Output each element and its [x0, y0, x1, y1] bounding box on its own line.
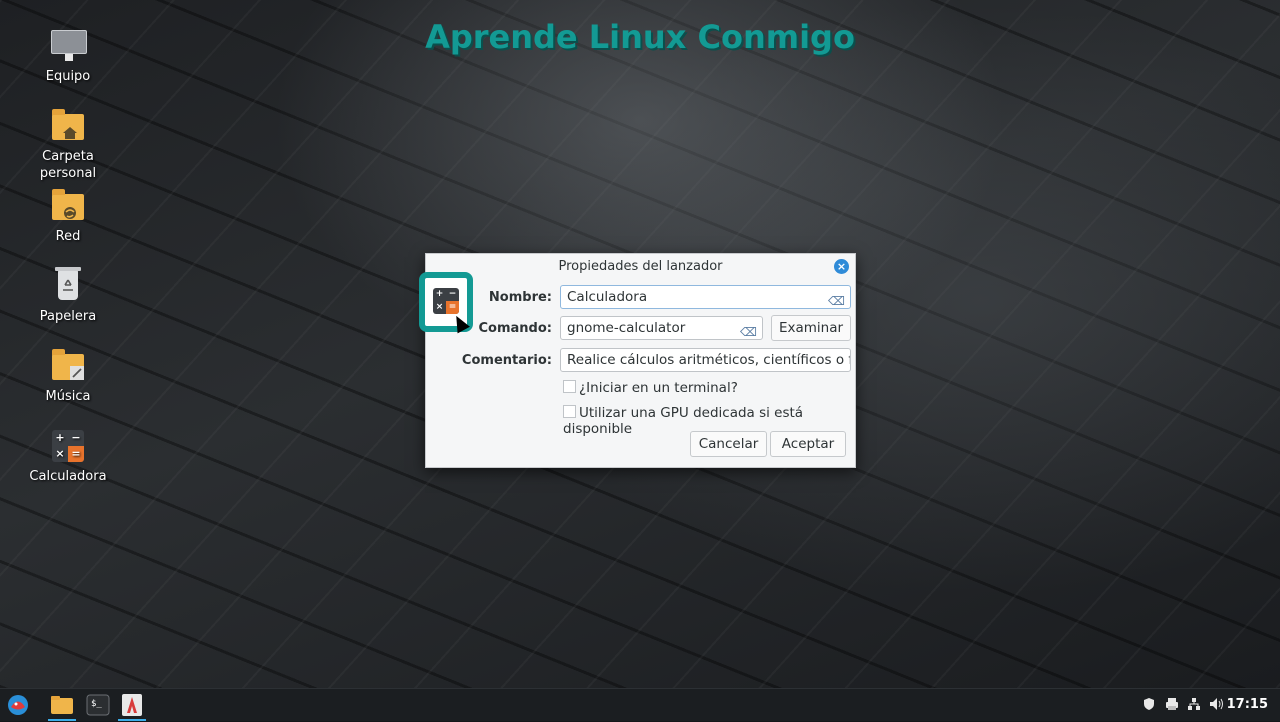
desktop-icon-label: Carpeta personal	[39, 149, 97, 181]
printer-icon[interactable]	[1165, 697, 1179, 715]
desktop-icon-red[interactable]: Red	[18, 188, 118, 245]
comment-field[interactable]: Realice cálculos aritméticos, científico…	[560, 348, 851, 372]
command-field-value: gnome-calculator	[567, 320, 686, 336]
terminal-checkbox-label: ¿Iniciar en un terminal?	[579, 380, 738, 396]
music-folder-icon	[50, 348, 86, 384]
launcher-app-icon[interactable]	[118, 692, 146, 721]
clear-entry-icon[interactable]: ⌫	[740, 321, 757, 339]
network-folder-icon	[50, 188, 86, 224]
taskbar: $_ 17:15	[0, 688, 1280, 721]
desktop-icon-label: Calculadora	[29, 469, 107, 484]
shield-icon[interactable]	[1142, 697, 1156, 715]
desktop-icon-label: Red	[55, 229, 81, 244]
clock[interactable]: 17:15	[1227, 697, 1268, 712]
name-field[interactable]: Calculadora ⌫	[560, 285, 851, 309]
home-folder-icon	[50, 108, 86, 144]
terminal-checkbox[interactable]	[563, 380, 576, 393]
gpu-checkbox[interactable]	[563, 405, 576, 418]
terminal-icon[interactable]: $_	[84, 692, 112, 718]
desktop-icon-calculadora[interactable]: + − × = Calculadora	[18, 428, 118, 485]
desktop-icon-carpeta-personal[interactable]: Carpeta personal	[18, 108, 118, 182]
desktop-icon-label: Música	[45, 389, 91, 404]
desktop-icon-papelera[interactable]: Papelera	[18, 267, 118, 325]
calculator-icon: + − × =	[50, 428, 86, 464]
terminal-checkbox-row[interactable]: ¿Iniciar en un terminal?	[563, 380, 738, 396]
computer-icon	[50, 28, 87, 64]
start-menu-icon[interactable]	[4, 692, 32, 718]
watermark-banner: Aprende Linux Conmigo	[425, 18, 855, 56]
browse-button[interactable]: Examinar	[771, 315, 851, 341]
comment-label: Comentario:	[461, 353, 552, 368]
accept-button[interactable]: Aceptar	[770, 431, 846, 457]
dialog-title: Propiedades del lanzador	[558, 259, 723, 274]
trash-icon	[50, 267, 86, 304]
command-field[interactable]: gnome-calculator ⌫	[560, 316, 763, 340]
cancel-button[interactable]: Cancelar	[690, 431, 767, 457]
clear-entry-icon[interactable]: ⌫	[828, 290, 845, 308]
desktop-icon-label: Equipo	[45, 69, 91, 84]
active-indicator	[48, 719, 76, 721]
active-indicator	[118, 719, 146, 721]
calculator-icon: + − × =	[433, 288, 459, 314]
svg-text:$_: $_	[91, 699, 102, 709]
launcher-properties-dialog: Propiedades del lanzador × + − × = Nombr…	[419, 253, 856, 468]
volume-icon[interactable]	[1209, 697, 1225, 715]
desktop-icon-label: Papelera	[39, 309, 97, 324]
command-label: Comando:	[478, 321, 552, 336]
name-field-value: Calculadora	[567, 289, 648, 305]
network-icon[interactable]	[1187, 697, 1201, 715]
comment-field-value: Realice cálculos aritméticos, científico…	[567, 352, 851, 368]
gpu-checkbox-label: Utilizar una GPU dedicada si está dispon…	[563, 405, 804, 437]
desktop-icon-equipo[interactable]: Equipo	[18, 28, 118, 85]
close-icon[interactable]: ×	[834, 259, 849, 274]
file-manager-icon[interactable]	[48, 692, 76, 721]
launcher-icon-button[interactable]: + − × =	[419, 272, 473, 334]
desktop-icon-musica[interactable]: Música	[18, 348, 118, 405]
name-label: Nombre:	[488, 290, 552, 305]
